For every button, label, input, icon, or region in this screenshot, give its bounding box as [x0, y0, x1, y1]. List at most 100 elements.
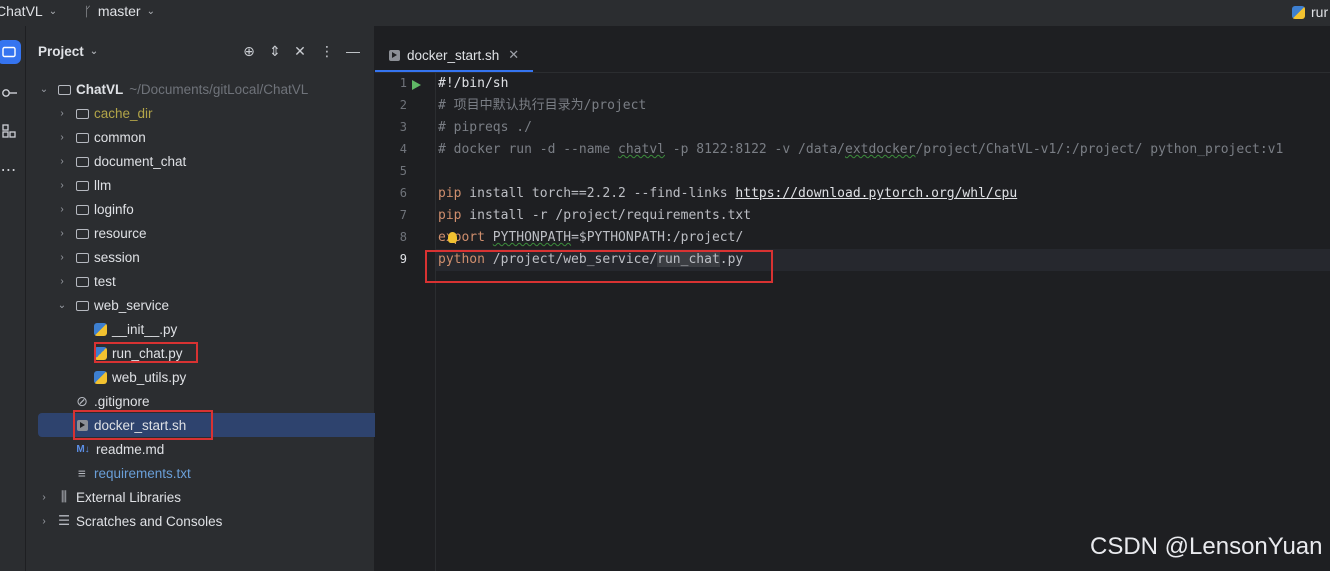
- lightbulb-icon[interactable]: [448, 232, 457, 243]
- folder-label: loginfo: [94, 201, 134, 217]
- project-view-selector[interactable]: Project ⌄: [38, 44, 98, 59]
- expand-icon: ⇕: [269, 42, 281, 59]
- editor-tabs: docker_start.sh ✕: [375, 26, 1330, 73]
- folder-icon: [74, 154, 90, 168]
- tab-label: docker_start.sh: [407, 47, 500, 63]
- command: pip: [438, 208, 462, 223]
- project-tool-button[interactable]: [0, 40, 21, 64]
- comment: # pipreqs ./: [438, 120, 532, 135]
- branch-switcher[interactable]: ᚴ master ⌄: [84, 3, 155, 19]
- root-path: ~/Documents/gitLocal/ChatVL: [129, 81, 309, 97]
- link[interactable]: https://download.pytorch.org/whl/cpu: [735, 186, 1017, 201]
- ignore-file-icon: ⊘: [76, 392, 88, 409]
- tree-folder[interactable]: › cache_dir: [38, 101, 380, 125]
- git-branch-icon: ᚴ: [84, 3, 92, 19]
- folder-icon: [74, 178, 90, 192]
- folder-label: web_service: [94, 297, 170, 313]
- command: python: [438, 252, 485, 267]
- tree-file[interactable]: run_chat.py: [38, 341, 416, 365]
- line-gutter: 1 2 3 4 5 6 7 8 9: [375, 72, 436, 571]
- more-tools-button[interactable]: ⋯: [0, 158, 21, 182]
- run-icon[interactable]: [412, 80, 421, 90]
- markdown-icon: M↓: [76, 443, 90, 455]
- code-text: /project/web_service/: [484, 252, 658, 267]
- comment: # docker run -d --name: [438, 142, 619, 157]
- chevron-right-icon: ›: [60, 203, 64, 215]
- folder-icon: [74, 250, 90, 264]
- editor: docker_start.sh ✕ 1 2 3 4 5 6 7 8 9 #!/b…: [375, 26, 1330, 571]
- chevron-right-icon: ›: [60, 179, 64, 191]
- tree-file[interactable]: __init__.py: [38, 317, 416, 341]
- tree-folder[interactable]: › test: [38, 269, 380, 293]
- tree-folder[interactable]: › session: [38, 245, 380, 269]
- code-text: .py: [719, 252, 744, 267]
- chevron-right-icon: ›: [60, 227, 64, 239]
- run-configuration[interactable]: rur: [1292, 4, 1328, 20]
- tab-docker-start[interactable]: docker_start.sh ✕: [375, 40, 533, 72]
- tree-folder[interactable]: › loginfo: [38, 197, 380, 221]
- line-number: 7: [399, 208, 407, 222]
- chevron-down-icon: ⌄: [48, 5, 58, 17]
- line-number: 9: [399, 252, 407, 266]
- tree-folder[interactable]: › common: [38, 125, 380, 149]
- minimize-icon: —: [346, 43, 360, 59]
- tree-folder[interactable]: › document_chat: [38, 149, 380, 173]
- close-icon[interactable]: ✕: [508, 47, 519, 63]
- code-text: install torch==2.2.2 --find-links: [461, 186, 736, 201]
- project-name: ChatVL: [0, 3, 43, 19]
- commit-tool-button[interactable]: [0, 81, 21, 105]
- folder-icon: [56, 82, 72, 96]
- tree-scratches[interactable]: › ☰ Scratches and Consoles: [38, 509, 362, 533]
- library-icon: ⫼: [60, 489, 68, 504]
- collapse-all-button[interactable]: ✕: [291, 42, 309, 60]
- folder-label: test: [94, 273, 116, 289]
- command: pip: [438, 186, 462, 201]
- more-icon: ⋯: [0, 162, 18, 179]
- tree-file[interactable]: ⊘ .gitignore: [38, 389, 398, 413]
- folder-icon: [74, 274, 90, 288]
- code-line: # pipreqs ./: [436, 117, 1330, 139]
- hide-panel-button[interactable]: —: [344, 42, 362, 60]
- chevron-down-icon: ⌄: [57, 299, 67, 311]
- comment: -p 8122:8122 -v /data/: [664, 142, 845, 157]
- tree-folder-expanded[interactable]: ⌄ web_service: [38, 293, 380, 317]
- tree-file[interactable]: M↓ readme.md: [38, 437, 398, 461]
- tree-folder[interactable]: › resource: [38, 221, 380, 245]
- file-label: requirements.txt: [94, 465, 191, 481]
- chevron-right-icon: ›: [60, 275, 64, 287]
- tree-folder[interactable]: › llm: [38, 173, 380, 197]
- text-file-icon: ≡: [78, 465, 86, 481]
- locate-file-button[interactable]: ⊕: [240, 42, 258, 60]
- tree-file[interactable]: ≡ requirements.txt: [38, 461, 398, 485]
- options-button[interactable]: ⋮: [318, 42, 336, 60]
- code-line-current: python /project/web_service/run_chat.py: [436, 249, 1330, 271]
- python-file-icon: [92, 322, 108, 336]
- scratches-label: Scratches and Consoles: [76, 513, 223, 529]
- panel-title: Project: [38, 44, 84, 59]
- kebab-menu-icon: ⋮: [320, 42, 334, 59]
- project-switcher[interactable]: ChatVL ⌄: [0, 3, 57, 19]
- close-icon: ✕: [294, 42, 306, 59]
- expand-collapse-button[interactable]: ⇕: [266, 42, 284, 60]
- project-panel: Project ⌄ ⊕ ⇕ ✕ ⋮ — ⌄ ChatVL ~/Documents…: [26, 26, 398, 571]
- chevron-right-icon: ›: [42, 515, 46, 527]
- chevron-right-icon: ›: [42, 491, 46, 503]
- tree-file-selected[interactable]: docker_start.sh: [38, 413, 398, 437]
- code-text: install -r /project/requirements.txt: [461, 208, 752, 223]
- chevron-down-icon: ⌄: [39, 83, 49, 95]
- tree-file[interactable]: web_utils.py: [38, 365, 416, 389]
- folder-label: common: [94, 129, 146, 145]
- file-label: __init__.py: [112, 321, 178, 337]
- folder-icon: [74, 298, 90, 312]
- folder-icon: [74, 226, 90, 240]
- structure-tool-button[interactable]: [0, 119, 21, 143]
- file-label: web_utils.py: [112, 369, 187, 385]
- tree-external-libraries[interactable]: › ⫼ External Libraries: [38, 485, 362, 509]
- shell-script-icon: [389, 49, 400, 61]
- tree-root[interactable]: ⌄ ChatVL ~/Documents/gitLocal/ChatVL: [38, 77, 362, 101]
- code-area[interactable]: #!/bin/sh # 项目中默认执行目录为/project # pipreqs…: [436, 72, 1330, 571]
- title-bar: ChatVL ⌄ ᚴ master ⌄ rur: [0, 0, 1330, 26]
- tool-window-bar: ⋯: [0, 26, 26, 571]
- comment: # 项目中默认执行目录为/project: [438, 98, 647, 113]
- code-line: pip install -r /project/requirements.txt: [436, 205, 1330, 227]
